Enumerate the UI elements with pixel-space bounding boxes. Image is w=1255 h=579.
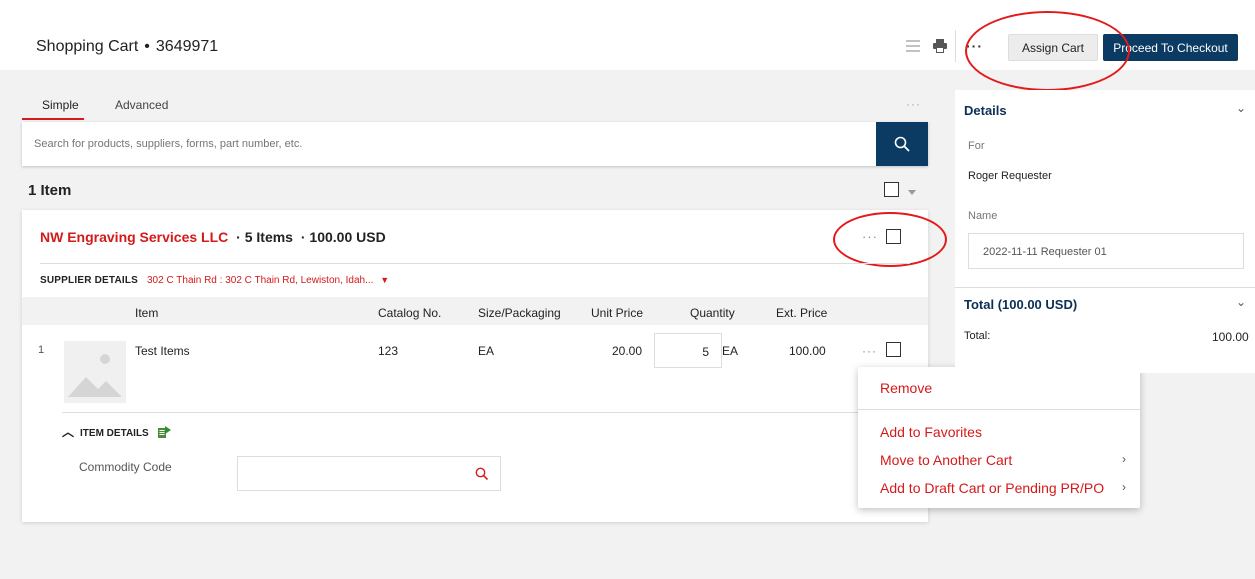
chevron-right-icon: ›: [1122, 480, 1126, 494]
header-divider: [955, 30, 956, 62]
col-catalog: Catalog No.: [378, 306, 442, 320]
commodity-code-label: Commodity Code: [79, 460, 172, 474]
search-button[interactable]: [876, 122, 928, 166]
export-icon[interactable]: [157, 426, 171, 441]
supplier-item-count: · 5 Items: [236, 229, 293, 245]
chevron-up-icon: ︿: [62, 425, 75, 439]
chevron-down-icon[interactable]: ⌄: [1236, 101, 1246, 115]
menu-add-to-favorites[interactable]: Add to Favorites: [880, 424, 982, 440]
for-value: Roger Requester: [968, 170, 1052, 182]
caret-down-icon: ▼: [380, 275, 390, 285]
supplier-address: 302 C Thain Rd : 302 C Thain Rd, Lewisto…: [147, 275, 374, 286]
total-label: Total:: [964, 330, 991, 342]
col-quantity: Quantity: [690, 306, 735, 320]
chevron-right-icon: ›: [1122, 452, 1126, 466]
details-panel: [955, 90, 1255, 373]
quantity-unit: EA: [722, 344, 739, 358]
tabs-more-button[interactable]: ···: [906, 97, 921, 111]
row-more-button[interactable]: ···: [862, 344, 877, 358]
annotation-circle: [833, 212, 947, 267]
supplier-details-label: SUPPLIER DETAILS: [40, 275, 139, 286]
image-placeholder-icon: [68, 354, 122, 397]
total-value: 100.00: [1212, 330, 1249, 344]
annotation-circle: [965, 11, 1130, 91]
select-all-checkbox[interactable]: [884, 182, 899, 197]
item-details-label: ITEM DETAILS: [80, 428, 149, 439]
col-item: Item: [135, 306, 159, 320]
search-icon: [894, 136, 910, 152]
item-details-toggle[interactable]: ︿ ITEM DETAILS: [62, 423, 171, 441]
col-size: Size/Packaging: [478, 306, 561, 320]
tab-advanced[interactable]: Advanced: [115, 98, 168, 112]
search-icon[interactable]: [475, 467, 488, 480]
divider: [955, 287, 1255, 288]
select-all-dropdown-icon[interactable]: [908, 185, 916, 195]
product-name-link[interactable]: Test Items: [135, 344, 190, 358]
cart-number: 3649971: [155, 38, 219, 55]
print-icon[interactable]: [933, 39, 947, 53]
row-context-menu: Remove Add to Favorites Move to Another …: [858, 367, 1140, 508]
cart-name-field[interactable]: 2022-11-11 Requester 01: [968, 233, 1244, 269]
commodity-code-input[interactable]: [237, 456, 501, 491]
page-title-text: Shopping Cart: [36, 38, 139, 55]
divider: [62, 412, 862, 413]
supplier-name-link[interactable]: NW Engraving Services LLC: [40, 229, 228, 245]
item-count: 1 Item: [28, 182, 72, 199]
name-label: Name: [968, 210, 998, 222]
for-label: For: [968, 140, 985, 152]
total-title: Total (100.00 USD): [964, 297, 1078, 312]
quantity-input[interactable]: 5: [654, 333, 722, 368]
divider: [40, 263, 910, 264]
unit-price: 20.00: [612, 344, 643, 358]
size-packaging: EA: [478, 344, 495, 358]
col-unit-price: Unit Price: [591, 306, 644, 320]
menu-remove[interactable]: Remove: [880, 380, 932, 396]
search-input[interactable]: [34, 122, 864, 166]
chevron-down-icon[interactable]: ⌄: [1236, 295, 1246, 309]
active-tab-indicator: [22, 118, 84, 120]
product-image-placeholder: [64, 341, 126, 403]
row-number: 1: [38, 344, 45, 356]
col-ext-price: Ext. Price: [776, 306, 828, 320]
menu-add-to-draft-cart[interactable]: Add to Draft Cart or Pending PR/PO: [880, 480, 1104, 496]
row-checkbox[interactable]: [886, 342, 901, 357]
divider: [858, 409, 1140, 410]
details-title: Details: [964, 103, 1007, 118]
ext-price: 100.00: [789, 344, 826, 358]
supplier-address-dropdown[interactable]: 302 C Thain Rd : 302 C Thain Rd, Lewisto…: [147, 275, 389, 286]
page-title: Shopping Cart • 3649971: [36, 38, 218, 56]
catalog-number: 123: [378, 344, 399, 358]
menu-move-to-another-cart[interactable]: Move to Another Cart: [880, 452, 1012, 468]
tab-simple[interactable]: Simple: [42, 98, 79, 112]
list-view-icon[interactable]: [906, 40, 920, 52]
search-bar: [22, 122, 928, 166]
supplier-total: · 100.00 USD: [300, 229, 386, 245]
supplier-header: NW Engraving Services LLC · 5 Items · 10…: [40, 229, 386, 245]
quantity-value: 5: [702, 345, 709, 359]
title-separator: •: [144, 38, 150, 55]
